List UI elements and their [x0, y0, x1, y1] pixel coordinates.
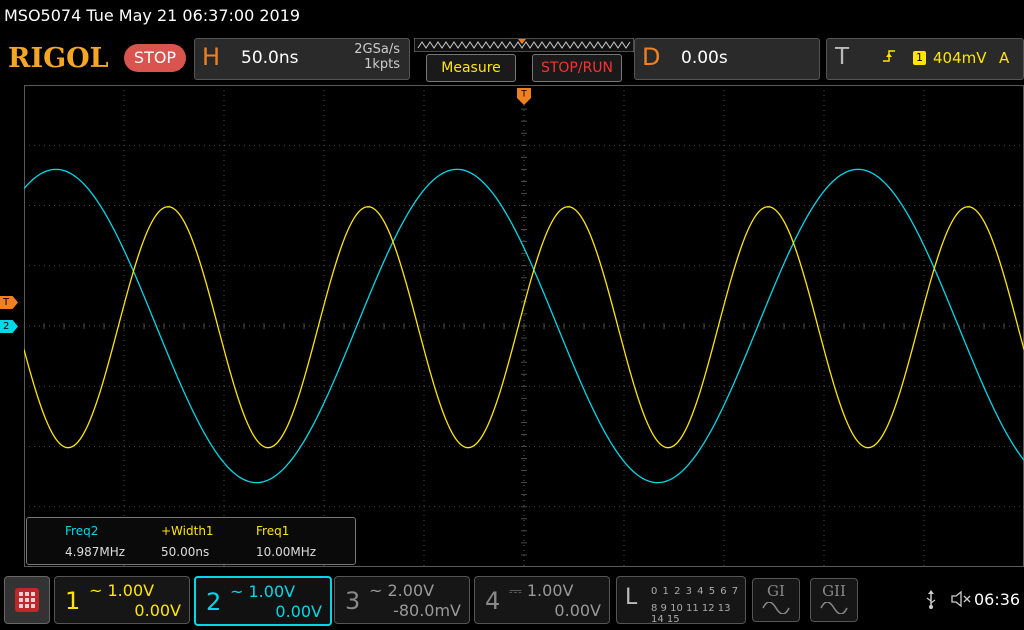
measure-button[interactable]: Measure [426, 54, 516, 82]
measure-value-freq1: 10.00MHz [256, 545, 317, 559]
delay-panel[interactable]: D 0.00s [634, 38, 820, 80]
dc-coupling-icon: ⎓ [509, 581, 522, 600]
ac-coupling-icon: ~ [230, 582, 244, 601]
channel-1-button[interactable]: 1 ~ 1.00V 0.00V [54, 576, 190, 624]
timebase-value: 50.0ns [241, 48, 299, 68]
ac-coupling-icon: ~ [369, 581, 383, 600]
usb-icon [926, 590, 936, 609]
title-bar: MSO5074 Tue May 21 06:37:00 2019 [0, 0, 1024, 30]
channel-2-offset-marker[interactable]: 2 [0, 320, 18, 333]
channel-1-scale: ~ 1.00V [89, 581, 155, 600]
measure-value-freq2: 4.987MHz [65, 545, 126, 559]
speaker-muted-icon[interactable] [950, 589, 972, 609]
delay-value: 0.00s [681, 48, 728, 68]
logic-channels-row2: 8 9 10 11 12 13 14 15 [651, 603, 731, 625]
logic-channels-row1: 0 1 2 3 4 5 6 7 [651, 586, 740, 597]
trigger-source-badge: 1 [913, 51, 926, 65]
generator-2-label: GII [822, 582, 846, 600]
sample-info: 2GSa/s 1kpts [354, 42, 400, 72]
waveform-display[interactable]: T [24, 85, 1024, 567]
measure-value-width1: 50.00ns [161, 545, 210, 559]
clock: 06:36 [974, 590, 1021, 609]
main-menu-button[interactable] [4, 576, 50, 624]
logic-analyzer-button[interactable]: L 0 1 2 3 4 5 6 7 8 9 10 11 12 13 14 15 [616, 576, 746, 625]
generator-1-label: GI [767, 582, 785, 600]
channel-1-offset: 0.00V [134, 601, 181, 620]
trigger-position-marker: T [517, 88, 531, 105]
channel-3-button[interactable]: 3 ~ 2.00V -80.0mV [334, 576, 470, 624]
memory-overview-bar[interactable] [414, 38, 634, 52]
channel-4-scale: ⎓ 1.00V [509, 581, 574, 600]
sine-wave-icon [762, 601, 790, 615]
channel-4-offset: 0.00V [554, 601, 601, 620]
run-state-badge[interactable]: STOP [124, 44, 186, 72]
memory-depth: 1kpts [364, 57, 400, 72]
graticule [24, 85, 1024, 567]
title-text: MSO5074 Tue May 21 06:37:00 2019 [4, 6, 301, 25]
measurement-results[interactable]: Freq2 4.987MHz +Width1 50.00ns Freq1 10.… [26, 517, 356, 565]
logic-letter: L [625, 585, 638, 610]
channel-3-number: 3 [345, 587, 361, 615]
sine-wave-icon [820, 601, 848, 615]
generator-2-button[interactable]: GII [810, 578, 858, 622]
trigger-panel[interactable]: T 1 404mV A [826, 38, 1024, 80]
stop-run-button[interactable]: STOP/RUN [532, 54, 622, 82]
horizontal-panel[interactable]: H 50.0ns 2GSa/s 1kpts [194, 38, 410, 80]
channel-2-offset: 0.00V [275, 602, 322, 621]
trigger-letter: T [835, 44, 850, 70]
channel-4-button[interactable]: 4 ⎓ 1.00V 0.00V [474, 576, 610, 624]
ac-coupling-icon: ~ [89, 581, 103, 600]
grid-menu-icon [15, 588, 39, 612]
measure-label-freq2: Freq2 [65, 524, 99, 538]
channel-2-scale: ~ 1.00V [230, 582, 296, 601]
channel-4-number: 4 [485, 587, 501, 615]
sample-rate: 2GSa/s [354, 42, 400, 57]
brand-logo: RIGOL [8, 43, 109, 74]
trigger-level: 404mV [933, 49, 987, 67]
rising-edge-icon [883, 50, 895, 62]
channel-2-number: 2 [206, 588, 222, 616]
channel-3-scale: ~ 2.00V [369, 581, 435, 600]
measure-label-freq1: Freq1 [256, 524, 290, 538]
horizontal-letter: H [202, 43, 221, 71]
generator-1-button[interactable]: GI [752, 578, 800, 622]
measure-label-width1: +Width1 [161, 524, 214, 538]
channel-1-number: 1 [65, 587, 81, 615]
channel-3-offset: -80.0mV [393, 601, 461, 620]
channel-2-button[interactable]: 2 ~ 1.00V 0.00V [194, 576, 332, 626]
delay-letter: D [642, 43, 661, 71]
trigger-mode: A [999, 49, 1010, 67]
trigger-level-marker[interactable]: T [0, 296, 18, 309]
svg-text:T: T [520, 90, 527, 100]
